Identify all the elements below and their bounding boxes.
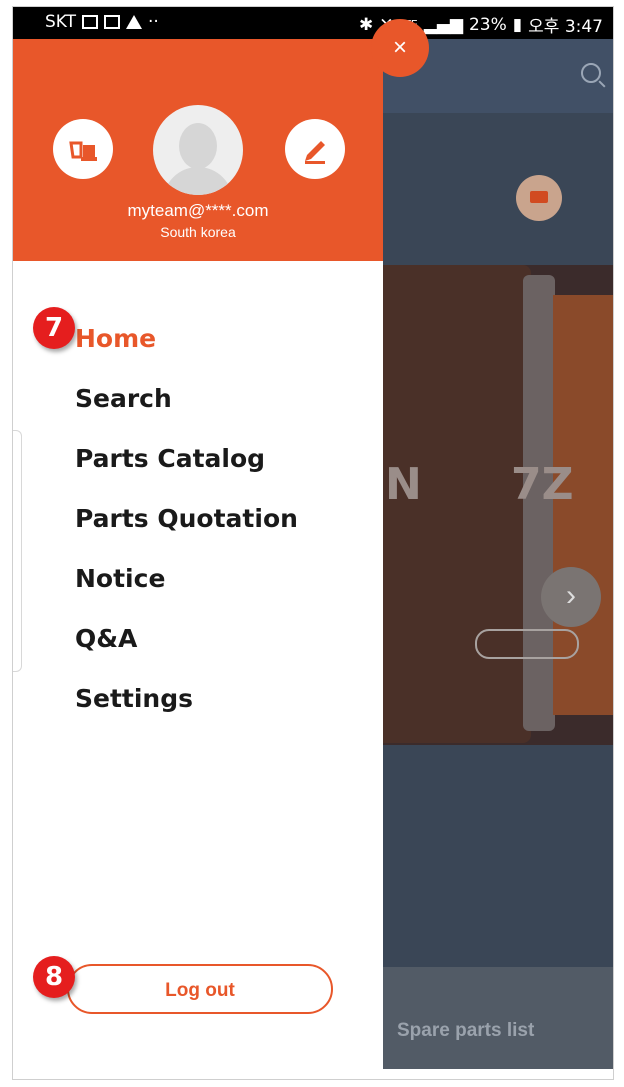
edit-profile-button[interactable] [285, 119, 345, 179]
menu-item-search[interactable]: Search [75, 369, 298, 429]
avatar[interactable] [153, 105, 243, 195]
menu-item-parts-quotation[interactable]: Parts Quotation [75, 489, 298, 549]
chevron-right-icon: › [541, 567, 601, 627]
bluetooth-icon: ✱ [358, 14, 374, 35]
user-email: myteam@****.com [127, 201, 269, 220]
phone-screen: SKT ·· ✱ ✕ LTE ▂▄▆ 23% ▮ 오후 3:47 N 7Z › [12, 6, 614, 1080]
carrier-label: SKT [45, 12, 77, 32]
menu-item-settings[interactable]: Settings [75, 669, 298, 729]
more-notifications: ·· [148, 12, 159, 32]
menu-item-qna[interactable]: Q&A [75, 609, 298, 669]
close-drawer-button[interactable]: × [371, 19, 429, 77]
drawer-header: myteam@****.com South korea [13, 39, 383, 261]
machine-icon [69, 141, 97, 161]
menu-item-notice[interactable]: Notice [75, 549, 298, 609]
battery-level: 23% [468, 14, 507, 35]
banner-text-right: 7Z [511, 459, 574, 510]
signal-icon: ▂▄▆ [423, 14, 463, 35]
banner-pill [475, 629, 579, 659]
banner-text-left: N [385, 459, 422, 510]
drawer-menu: Home Search Parts Catalog Parts Quotatio… [75, 309, 298, 729]
search-icon [581, 63, 601, 83]
download-icon [516, 175, 562, 221]
gallery-icon [82, 15, 99, 29]
status-bar: SKT ·· ✱ ✕ LTE ▂▄▆ 23% ▮ 오후 3:47 [13, 7, 613, 39]
avatar-body [163, 167, 233, 195]
menu-item-parts-catalog[interactable]: Parts Catalog [75, 429, 298, 489]
machine-button[interactable] [53, 119, 113, 179]
edit-icon [305, 141, 325, 164]
menu-item-home[interactable]: Home [75, 309, 298, 369]
avatar-icon [179, 123, 217, 169]
close-icon: × [392, 34, 407, 61]
navigation-drawer: myteam@****.com South korea Home Search … [13, 39, 383, 1079]
spare-parts-tab: Spare parts list [397, 1020, 535, 1041]
annotation-badge-logout: 8 [33, 956, 75, 998]
edge-handle [13, 430, 22, 672]
user-country: South korea [160, 224, 236, 240]
logout-button[interactable]: Log out [67, 964, 333, 1014]
clock: 오후 3:47 [528, 17, 603, 37]
warning-icon [126, 15, 143, 29]
annotation-badge-home: 7 [33, 307, 75, 349]
battery-icon: ▮ [512, 14, 523, 35]
message-icon [104, 15, 121, 29]
